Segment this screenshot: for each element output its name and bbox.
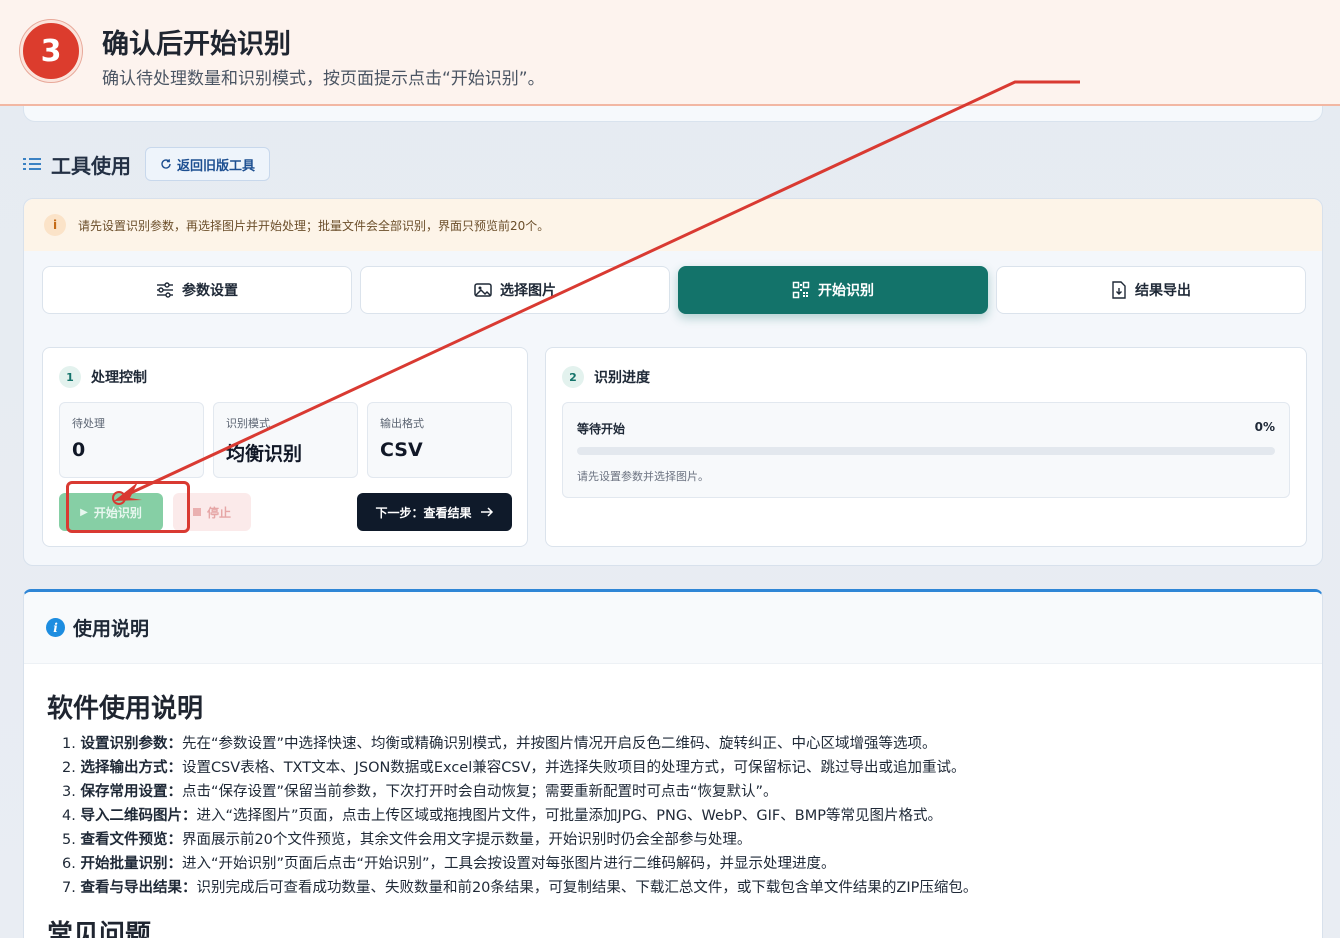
notice-text: 请先设置识别参数，再选择图片并开始处理；批量文件会全部识别，界面只预览前20个。 [78,218,550,233]
panel-header: 2 识别进度 [562,366,650,388]
panel-title: 处理控制 [91,370,147,386]
back-to-old-tool-button[interactable]: 返回旧版工具 [145,147,271,181]
instruction-list: 1. 设置识别参数：先在“参数设置”中选择快速、均衡或精确识别模式，并按图片情况… [62,732,1282,900]
progress-hint: 请先设置参数并选择图片。 [577,470,709,483]
sliders-icon [157,282,173,298]
instruction-item: 5. 查看文件预览：界面展示前20个文件预览，其余文件会用文字提示数量，开始识别… [62,828,1282,852]
instruction-heading: 保存常用设置： [80,784,182,800]
tab-label: 参数设置 [182,283,238,299]
next-view-results-button[interactable]: 下一步：查看结果 [357,493,512,531]
instruction-text: 识别完成后可查看成功数量、失败数量和前20条结果，可复制结果、下载汇总文件，或下… [196,880,978,896]
instruction-number: 6. [62,856,76,872]
list-icon [23,156,41,172]
progress-status: 等待开始 [577,422,626,436]
stat-label: 识别模式 [226,417,270,430]
image-icon [474,283,492,297]
instruction-number: 3. [62,784,76,800]
instruction-item: 4. 导入二维码图片：进入“选择图片”页面，点击上传区域或拖拽图片文件，可批量添… [62,804,1282,828]
instruction-number: 1. [62,736,76,752]
annotation-highlight-box [66,481,190,533]
stat-value: 均衡识别 [226,443,303,465]
instruction-item: 3. 保存常用设置：点击“保存设置”保留当前参数，下次打开时会自动恢复；需要重新… [62,780,1282,804]
tab-start-recognition[interactable]: 开始识别 [678,266,988,314]
usage-header: i 使用说明 [24,592,1322,664]
stat-label: 输出格式 [380,417,424,430]
instruction-item: 7. 查看与导出结果：识别完成后可查看成功数量、失败数量和前20条结果，可复制结… [62,876,1282,900]
tab-parameter-settings[interactable]: 参数设置 [42,266,352,314]
panel-title: 识别进度 [594,370,650,386]
instruction-heading: 查看与导出结果： [80,880,197,896]
info-icon: i [46,618,65,637]
stat-value: 0 [72,439,86,461]
panel-header: 1 处理控制 [59,366,147,388]
instruction-heading: 导入二维码图片： [80,808,197,824]
instruction-number: 5. [62,832,76,848]
progress-bar [577,447,1275,455]
instruction-item: 2. 选择输出方式：设置CSV表格、TXT文本、JSON数据或Excel兼容CS… [62,756,1282,780]
tab-select-images[interactable]: 选择图片 [360,266,670,314]
step-banner: 3 确认后开始识别 确认待处理数量和识别模式，按页面提示点击“开始识别”。 [0,0,1340,106]
instruction-item: 6. 开始批量识别：进入“开始识别”页面后点击“开始识别”，工具会按设置对每张图… [62,852,1282,876]
recognition-progress-panel: 2 识别进度 等待开始 0% 请先设置参数并选择图片。 [545,347,1307,547]
instruction-heading: 查看文件预览： [80,832,182,848]
tab-label: 开始识别 [818,283,874,299]
instruction-number: 4. [62,808,76,824]
stop-icon [192,508,201,516]
instruction-heading: 设置识别参数： [80,736,182,752]
panel-number-badge: 2 [562,366,584,388]
instruction-text: 先在“参数设置”中选择快速、均衡或精确识别模式，并按图片情况开启反色二维码、旋转… [181,736,937,752]
tab-label: 选择图片 [500,283,556,299]
stat-label: 待处理 [72,417,105,430]
instruction-heading: 选择输出方式： [80,760,182,776]
panel-number-badge: 1 [59,366,81,388]
back-button-label: 返回旧版工具 [177,158,256,174]
tab-export-results[interactable]: 结果导出 [996,266,1306,314]
step-number-badge: 3 [20,20,82,82]
file-download-icon [1112,281,1126,299]
step-subtitle: 确认待处理数量和识别模式，按页面提示点击“开始识别”。 [102,69,545,89]
tab-label: 结果导出 [1135,283,1191,299]
instruction-text: 进入“选择图片”页面，点击上传区域或拖拽图片文件，可批量添加JPG、PNG、We… [196,808,942,824]
step-title: 确认后开始识别 [102,29,291,60]
pending-count-stat: 待处理 0 [59,402,204,478]
progress-box: 等待开始 0% 请先设置参数并选择图片。 [562,402,1290,498]
instruction-number: 7. [62,880,76,896]
notice-bar: i 请先设置识别参数，再选择图片并开始处理；批量文件会全部识别，界面只预览前20… [24,199,1322,251]
tool-card: i 请先设置识别参数，再选择图片并开始处理；批量文件会全部识别，界面只预览前20… [23,198,1323,566]
output-format-stat: 输出格式 CSV [367,402,512,478]
stop-button-label: 停止 [206,505,231,520]
instruction-item: 1. 设置识别参数：先在“参数设置”中选择快速、均衡或精确识别模式，并按图片情况… [62,732,1282,756]
usage-header-title: 使用说明 [73,618,150,640]
instruction-heading: 开始批量识别： [80,856,182,872]
tool-section-title: 工具使用 [51,153,131,178]
refresh-icon [161,159,171,169]
tool-section-header: 工具使用 返回旧版工具 [23,147,271,181]
instruction-text: 点击“保存设置”保留当前参数，下次打开时会自动恢复；需要重新配置时可点击“恢复默… [181,784,778,800]
instruction-text: 界面展示前20个文件预览，其余文件会用文字提示数量，开始识别时仍会全部参与处理。 [181,832,752,848]
instruction-text: 设置CSV表格、TXT文本、JSON数据或Excel兼容CSV，并选择失败项目的… [181,760,966,776]
instruction-number: 2. [62,760,76,776]
usage-instructions-card: i 使用说明 软件使用说明 1. 设置识别参数：先在“参数设置”中选择快速、均衡… [23,589,1323,938]
instruction-text: 进入“开始识别”页面后点击“开始识别”，工具会按设置对每张图片进行二维码解码，并… [181,856,836,872]
arrow-right-icon [480,507,493,517]
doc-title: 软件使用说明 [47,694,204,724]
info-circle-icon: i [44,214,66,236]
recognition-mode-stat: 识别模式 均衡识别 [213,402,358,478]
stat-value: CSV [380,439,423,461]
step-tabs: 参数设置 选择图片 开始识别 结果导出 [42,266,1306,314]
faq-title: 常见问题 [47,920,152,938]
progress-percent: 0% [1254,420,1275,434]
next-button-label: 下一步：查看结果 [375,505,472,520]
qrcode-icon [792,281,810,299]
